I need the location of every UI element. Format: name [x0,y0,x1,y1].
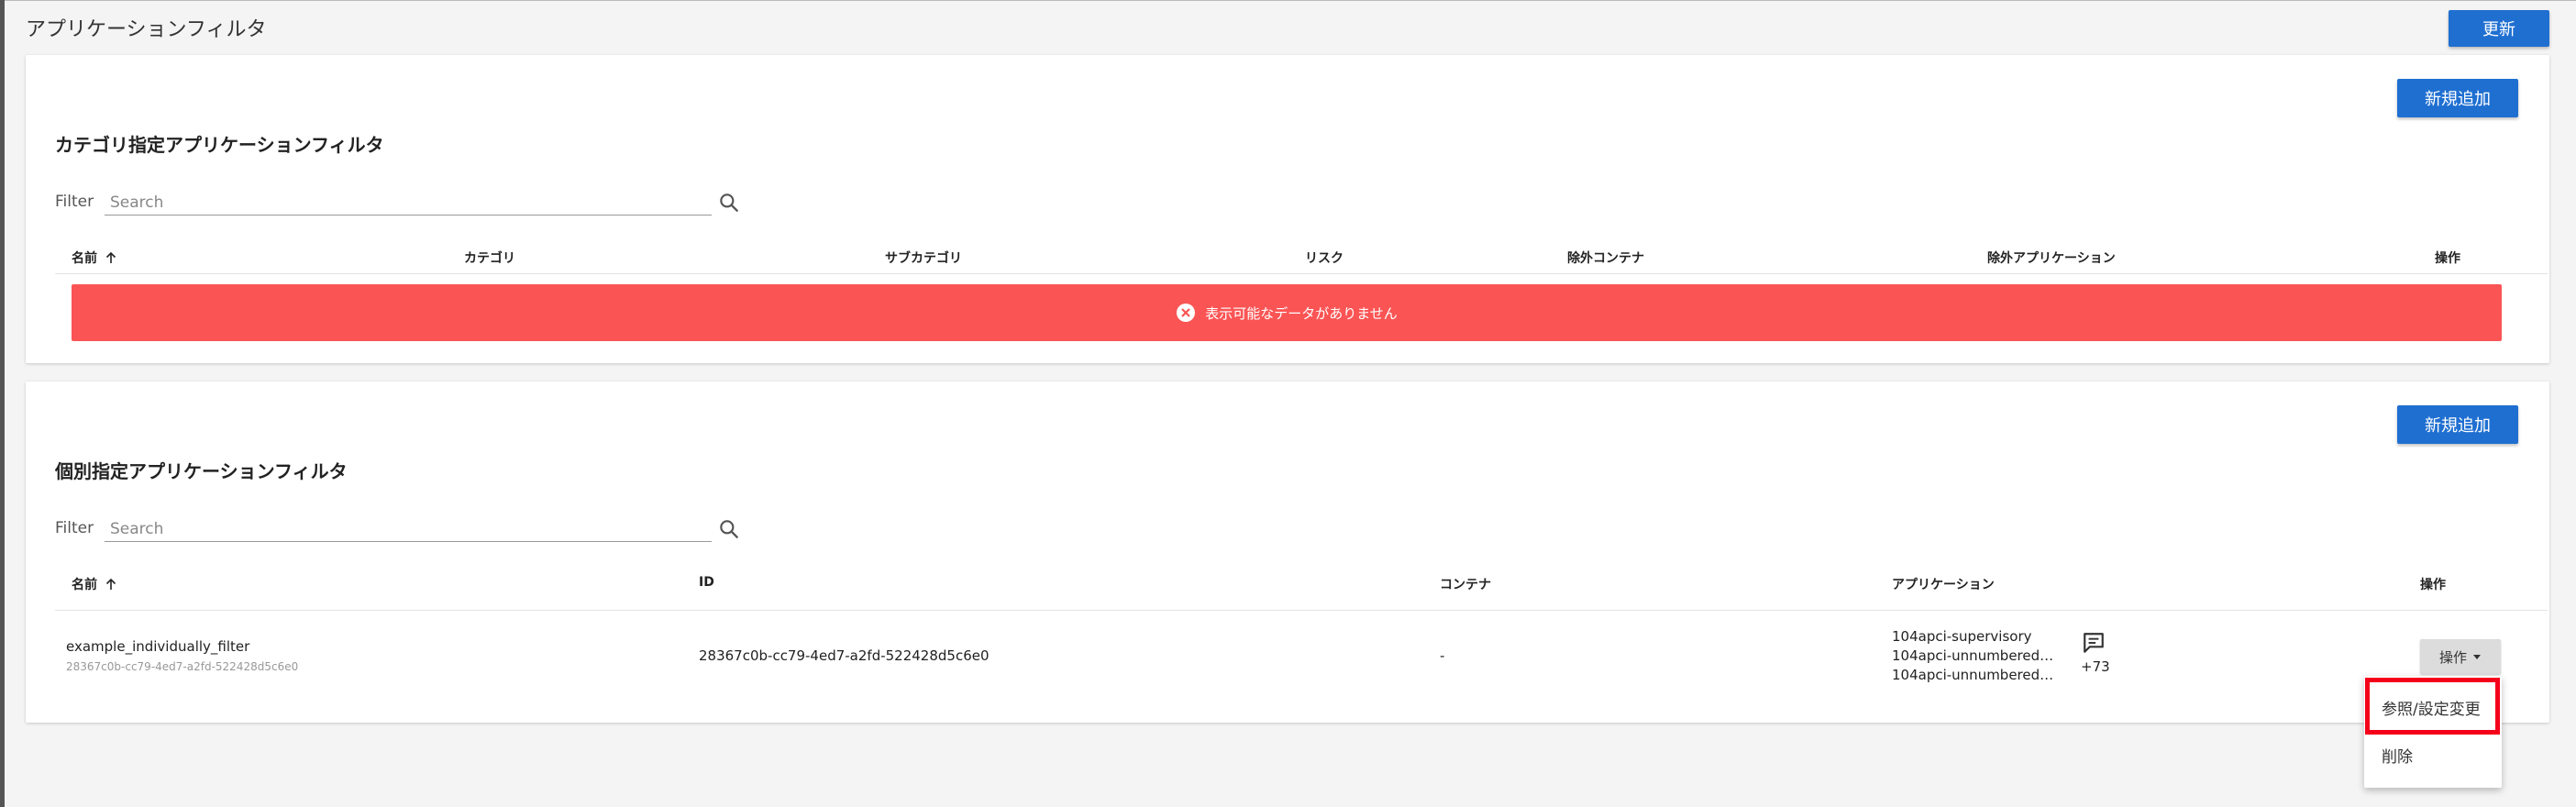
individual-add-button[interactable]: 新規追加 [2397,405,2518,444]
category-filter-card: 新規追加 カテゴリ指定アプリケーションフィルタ Filter 名前 カテゴリ サ… [26,55,2549,363]
left-border [0,0,5,807]
category-search-input[interactable] [105,191,712,216]
column-header-excluded-applications[interactable]: 除外アプリケーション [1987,249,2116,267]
column-header-subcategory[interactable]: サブカテゴリ [885,249,962,267]
page-title: アプリケーションフィルタ [26,18,267,41]
menu-item-view-edit[interactable]: 参照/設定変更 [2382,696,2481,719]
row-applications: 104apci-supervisory 104apci-unnumbered… … [1892,627,2053,685]
application-item: 104apci-unnumbered… [1892,647,2054,664]
column-header-category[interactable]: カテゴリ [464,249,515,267]
application-item: 104apci-supervisory [1892,628,2032,645]
category-section-title: カテゴリ指定アプリケーションフィルタ [55,134,384,156]
column-header-operations: 操作 [2420,578,2446,592]
operations-button[interactable]: 操作 [2420,639,2501,674]
row-container: - [1440,647,1445,664]
row-name-id: 28367c0b-cc79-4ed7-a2fd-522428d5c6e0 [66,660,299,673]
individual-filter-card: 新規追加 個別指定アプリケーションフィルタ Filter 名前 ID コンテナ … [26,381,2549,723]
search-icon[interactable] [717,191,741,215]
category-add-button[interactable]: 新規追加 [2397,79,2518,117]
sort-arrow-up-icon [105,578,116,590]
operations-dropdown-menu: 参照/設定変更 削除 [2364,676,2502,788]
application-item: 104apci-unnumbered… [1892,667,2054,683]
menu-item-delete[interactable]: 削除 [2382,744,2413,767]
individual-section-title: 個別指定アプリケーションフィルタ [55,460,348,482]
column-header-name[interactable]: 名前 [72,249,117,267]
column-header-id[interactable]: ID [699,575,714,590]
comment-icon[interactable] [2082,631,2106,655]
column-header-container[interactable]: コンテナ [1440,575,1491,593]
caret-down-icon [2473,655,2481,659]
column-header-operations: 操作 [2435,251,2460,266]
column-header-name[interactable]: 名前 [72,575,117,593]
top-border [0,0,2576,1]
empty-data-banner: 表示可能なデータがありません [72,284,2502,341]
individual-search-input[interactable] [105,517,712,542]
search-icon[interactable] [717,517,741,541]
category-filter: Filter [55,191,741,218]
row-id: 28367c0b-cc79-4ed7-a2fd-522428d5c6e0 [699,647,989,664]
more-applications-count[interactable]: +73 [2081,658,2110,675]
column-header-excluded-containers[interactable]: 除外コンテナ [1567,249,1644,267]
header-divider [55,273,2548,274]
row-name: example_individually_filter [66,638,250,655]
refresh-button[interactable]: 更新 [2449,10,2549,47]
empty-message: 表示可能なデータがありません [1205,304,1398,322]
column-header-risk[interactable]: リスク [1305,249,1343,267]
filter-label: Filter [55,519,94,537]
table-row: example_individually_filter 28367c0b-cc7… [55,609,2548,701]
error-circle-icon [1177,304,1196,322]
filter-label: Filter [55,193,94,211]
sort-arrow-up-icon [105,251,116,263]
column-header-applications[interactable]: アプリケーション [1892,575,1995,593]
individual-filter: Filter [55,517,741,545]
